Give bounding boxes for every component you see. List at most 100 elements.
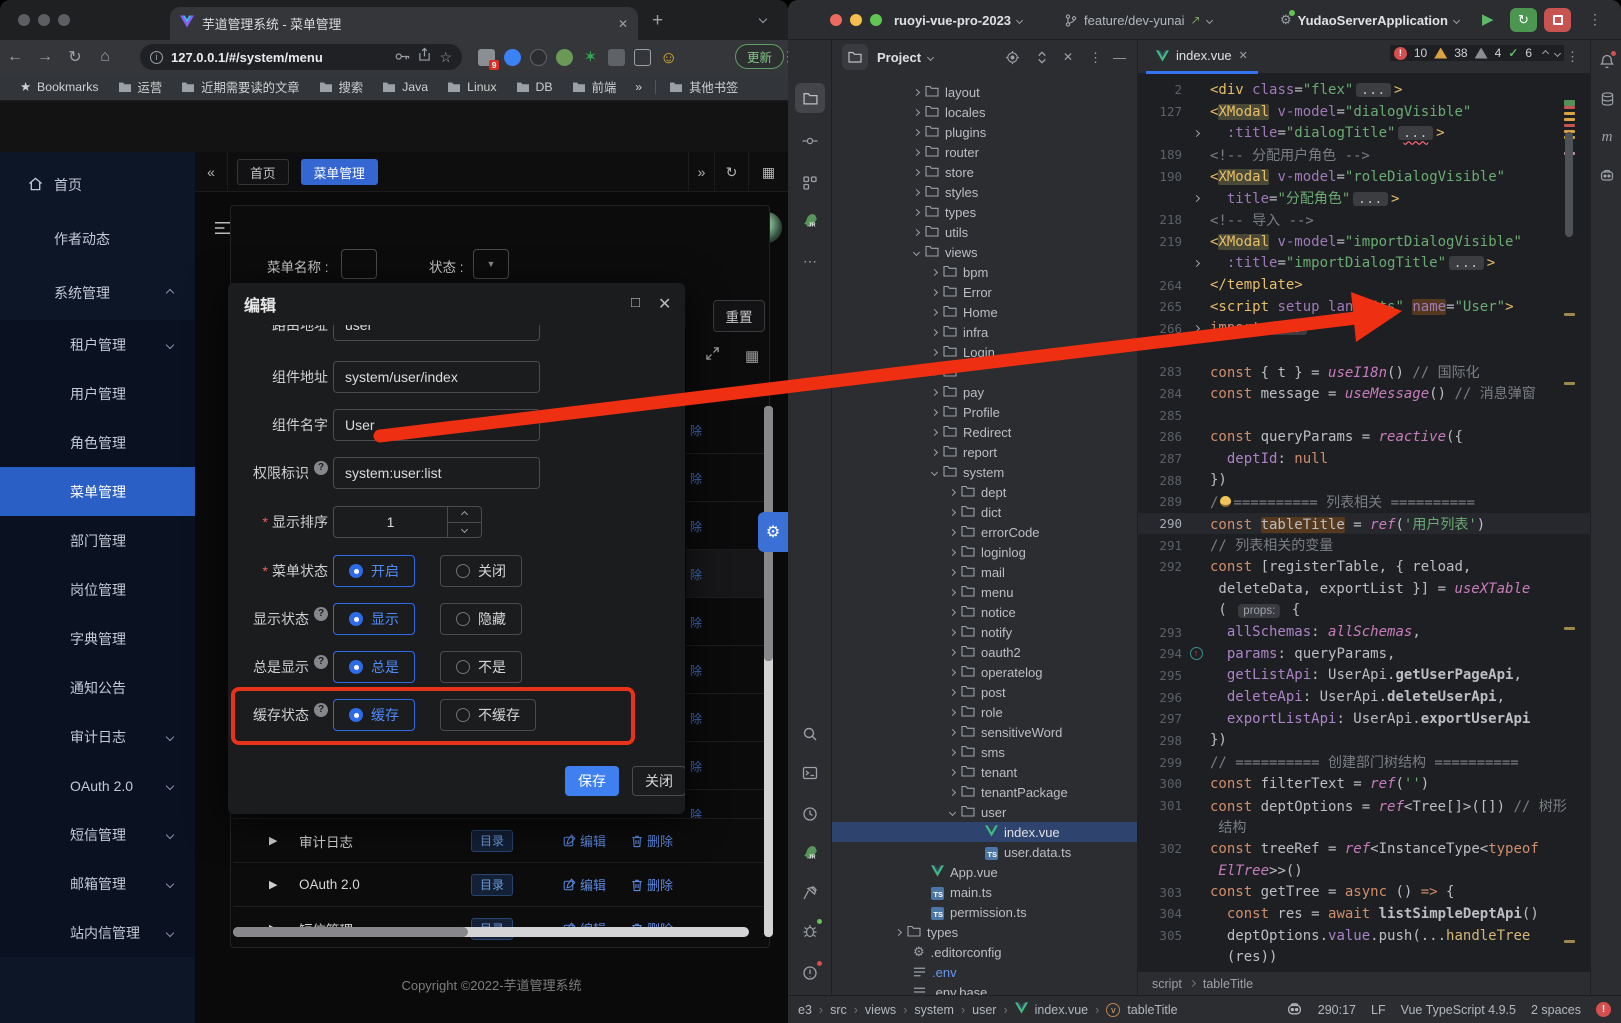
bookmark-folder-3[interactable]: Java: [376, 80, 434, 94]
sidebar-item-OAuth 2.0[interactable]: OAuth 2.0: [0, 761, 195, 810]
bookmark-star-icon[interactable]: ☆: [439, 49, 452, 66]
tree-chevron-icon[interactable]: [949, 568, 956, 575]
tree-chevron-icon[interactable]: [949, 748, 956, 755]
bookmark-folder-2[interactable]: 搜索: [313, 78, 370, 96]
tree-item-user.data.ts[interactable]: TSuser.data.ts: [832, 842, 1138, 862]
back-icon[interactable]: ←: [0, 48, 30, 66]
tree-item-permission.ts[interactable]: TSpermission.ts: [832, 902, 1138, 922]
bookmark-folder-4[interactable]: Linux: [441, 80, 502, 94]
tool-maven-icon[interactable]: m: [1598, 128, 1616, 146]
window-close-button[interactable]: [18, 14, 30, 26]
input-组件地址[interactable]: system/user/index: [333, 361, 540, 393]
tool-search-icon[interactable]: [795, 719, 825, 749]
tree-item-utils[interactable]: utils: [832, 222, 1138, 242]
tree-item-menu[interactable]: menu: [832, 582, 1138, 602]
code-line-189[interactable]: 189<!-- 分配用户角色 -->: [1138, 144, 1590, 166]
tree-item-dept[interactable]: dept: [832, 482, 1138, 502]
tree-item-obscured[interactable]: [832, 362, 1138, 382]
tree-chevron-icon[interactable]: [931, 368, 938, 375]
tree-chevron-icon[interactable]: [949, 808, 956, 815]
tool-ai-assistant-icon[interactable]: [1598, 166, 1616, 184]
dialog-cancel-button[interactable]: 关闭: [632, 766, 685, 796]
fold-arrow-icon[interactable]: [1192, 260, 1199, 267]
code-line-284[interactable]: 284const message = useMessage() // 消息弹窗: [1138, 383, 1590, 405]
tree-item-views[interactable]: views: [832, 242, 1138, 262]
sidebar-item-通知公告[interactable]: 通知公告: [0, 663, 195, 712]
sidebar-item-岗位管理[interactable]: 岗位管理: [0, 565, 195, 614]
ide-zoom-button[interactable]: [870, 14, 882, 26]
bookmark-folder-0[interactable]: 运营: [112, 78, 169, 96]
extension-drop-icon[interactable]: [504, 49, 521, 66]
tree-item-store[interactable]: store: [832, 162, 1138, 182]
radio-隐藏[interactable]: 隐藏: [440, 603, 522, 635]
row-expand-icon[interactable]: ▶: [269, 834, 277, 847]
code-line[interactable]: [1138, 339, 1590, 361]
line-separator[interactable]: LF: [1371, 1003, 1386, 1017]
table-expand-icon[interactable]: [705, 346, 720, 365]
editor-tab-index-vue[interactable]: index.vue ✕: [1146, 40, 1258, 74]
code-line-294[interactable]: 294↑ params: queryParams,: [1138, 643, 1590, 665]
query-status-select[interactable]: ▼: [473, 249, 509, 279]
sidebar-item-审计日志[interactable]: 审计日志: [0, 712, 195, 761]
tree-item-notify[interactable]: notify: [832, 622, 1138, 642]
tree-chevron-icon[interactable]: [949, 788, 956, 795]
tree-chevron-icon[interactable]: [913, 208, 920, 215]
row-edit-button[interactable]: 编辑: [563, 831, 606, 850]
sidebar-item-菜单管理[interactable]: 菜单管理: [0, 467, 195, 516]
other-bookmarks[interactable]: 其他书签: [663, 78, 744, 96]
indent-style[interactable]: 2 spaces: [1531, 1003, 1581, 1017]
tab-close-icon[interactable]: ✕: [1239, 49, 1248, 62]
bookmarks-overflow-icon[interactable]: »: [629, 80, 648, 94]
tree-chevron-icon[interactable]: [931, 468, 938, 475]
project-panel-title[interactable]: Project: [877, 50, 921, 65]
tree-chevron-icon[interactable]: [913, 128, 920, 135]
tree-item-oauth2[interactable]: oauth2: [832, 642, 1138, 662]
tags-layout-icon[interactable]: ▦: [748, 152, 788, 192]
tree-chevron-icon[interactable]: [949, 708, 956, 715]
code-line-190[interactable]: 190<XModal v-model="roleDialogVisible": [1138, 166, 1590, 188]
tree-item-styles[interactable]: styles: [832, 182, 1138, 202]
browser-tab[interactable]: 芋道管理系统 - 菜单管理 ✕: [170, 7, 638, 40]
code-line-285[interactable]: 285: [1138, 404, 1590, 426]
code-area[interactable]: 2<div class="flex"...>127<XModal v-model…: [1138, 79, 1590, 968]
code-line[interactable]: (res)): [1138, 947, 1590, 969]
tree-item-dict[interactable]: dict: [832, 502, 1138, 522]
extension-green-icon[interactable]: [556, 49, 573, 66]
tree-chevron-icon[interactable]: [913, 248, 920, 255]
input-权限标识[interactable]: system:user:list: [333, 457, 540, 489]
tree-chevron-icon[interactable]: [931, 328, 938, 335]
stepper-up-icon[interactable]: [448, 507, 481, 523]
folded-region[interactable]: ...: [1272, 321, 1307, 335]
code-line[interactable]: :title="importDialogTitle"...>: [1138, 253, 1590, 275]
tree-chevron-icon[interactable]: [949, 548, 956, 555]
path-segment[interactable]: tableTitle: [1127, 1003, 1177, 1017]
code-line-302[interactable]: 302const treeRef = ref<InstanceType<type…: [1138, 838, 1590, 860]
ide-minimize-button[interactable]: [850, 14, 862, 26]
tree-chevron-icon[interactable]: [931, 308, 938, 315]
tree-item-loginlog[interactable]: loginlog: [832, 542, 1138, 562]
code-line-293[interactable]: 293 allSchemas: allSchemas,: [1138, 621, 1590, 643]
code-line-218[interactable]: 218<!-- 导入 -->: [1138, 209, 1590, 231]
breadcrumb-script[interactable]: script: [1152, 977, 1182, 991]
home-icon[interactable]: ⌂: [90, 48, 120, 66]
tree-item-operatelog[interactable]: operatelog: [832, 662, 1138, 682]
tree-item-Redirect[interactable]: Redirect: [832, 422, 1138, 442]
tree-chevron-icon[interactable]: [949, 588, 956, 595]
code-line-2[interactable]: 2<div class="flex"...>: [1138, 79, 1590, 101]
tree-chevron-icon[interactable]: [949, 488, 956, 495]
tags-scroll-right-icon[interactable]: »: [688, 152, 714, 192]
tree-item-bpm[interactable]: bpm: [832, 262, 1138, 282]
file-type[interactable]: Vue TypeScript 4.9.5: [1401, 1003, 1516, 1017]
code-line-297[interactable]: 297 exportListApi: UserApi.exportUserApi: [1138, 708, 1590, 730]
tree-item-errorCode[interactable]: errorCode: [832, 522, 1138, 542]
run-configuration-widget[interactable]: ⚙ YudaoServerApplication: [1280, 0, 1459, 40]
project-folder-icon[interactable]: [842, 44, 868, 70]
folded-region[interactable]: ...: [1449, 256, 1484, 270]
project-widget[interactable]: ruoyi-vue-pro-2023: [894, 0, 1022, 40]
new-tab-button[interactable]: +: [652, 10, 663, 32]
extension-star-icon[interactable]: ✶: [582, 49, 599, 66]
code-line-298[interactable]: 298}): [1138, 730, 1590, 752]
tree-item-mail[interactable]: mail: [832, 562, 1138, 582]
sidebar-item-系统管理[interactable]: 系统管理: [0, 266, 195, 320]
code-line-264[interactable]: 264</template>: [1138, 274, 1590, 296]
